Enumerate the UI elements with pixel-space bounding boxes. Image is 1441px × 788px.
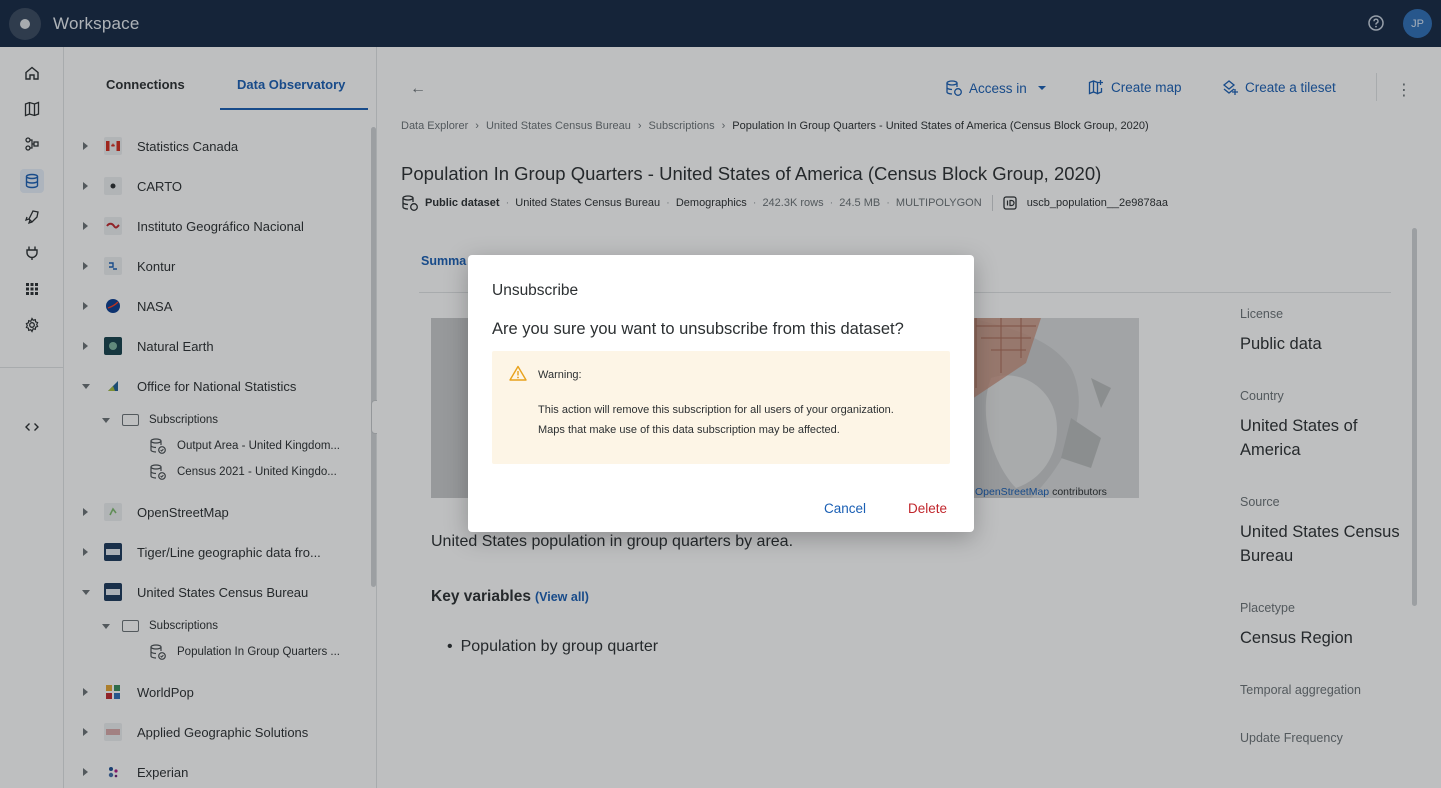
warning-text: This action will remove this subscriptio… bbox=[538, 400, 943, 440]
warning-icon bbox=[509, 365, 527, 381]
warning-line: Maps that make use of this data subscrip… bbox=[538, 424, 840, 436]
dialog-title: Unsubscribe bbox=[492, 282, 579, 299]
unsubscribe-dialog: Unsubscribe Are you sure you want to uns… bbox=[468, 255, 974, 532]
warning-title: Warning: bbox=[538, 369, 582, 381]
warning-line: This action will remove this subscriptio… bbox=[538, 404, 894, 416]
dialog-question: Are you sure you want to unsubscribe fro… bbox=[492, 320, 904, 338]
cancel-button[interactable]: Cancel bbox=[824, 501, 866, 516]
warning-box: Warning: This action will remove this su… bbox=[492, 351, 950, 464]
delete-button[interactable]: Delete bbox=[908, 501, 947, 516]
